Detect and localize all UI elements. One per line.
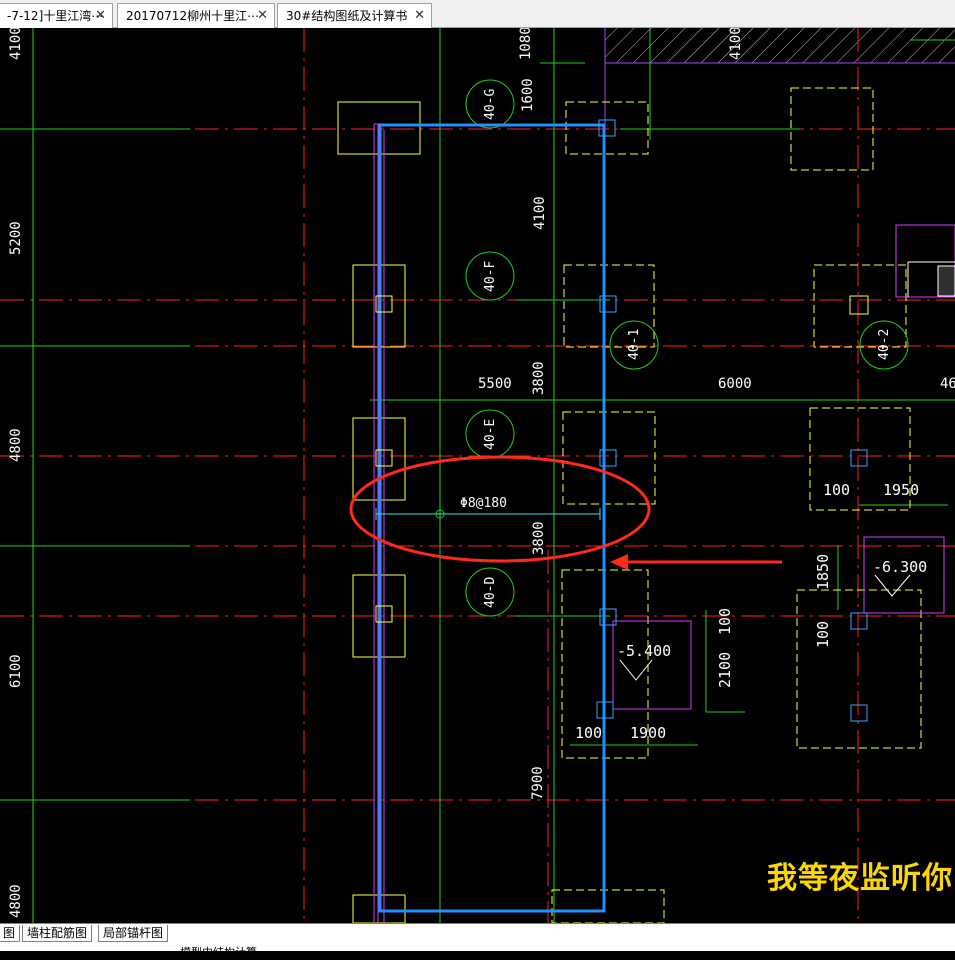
close-icon[interactable]: ✕ bbox=[257, 4, 268, 28]
dim-text: 4100 bbox=[728, 28, 744, 60]
span-dim: 5500 bbox=[478, 376, 512, 392]
dim-text: 4100 bbox=[8, 28, 24, 60]
status-text: 模型中结构计算... bbox=[180, 946, 268, 959]
dimension-lines bbox=[0, 28, 955, 923]
stair-icon bbox=[937, 265, 955, 297]
close-icon[interactable]: ✕ bbox=[414, 4, 425, 28]
tab-document-1[interactable]: -7-12]十里江湾⋯ ✕ bbox=[0, 3, 113, 28]
wall-outline bbox=[373, 123, 955, 923]
column-label: 40-G bbox=[483, 89, 498, 120]
watermark-text: 我等夜监听你 bbox=[767, 861, 953, 896]
column-label: 40-1 bbox=[627, 329, 642, 360]
dim-text: 6100 bbox=[8, 654, 24, 688]
dim-text: 4800 bbox=[8, 884, 24, 918]
column-label: 40-D bbox=[483, 577, 498, 608]
pit-elevation: -5.400 bbox=[617, 642, 671, 660]
dim-text: 1900 bbox=[630, 724, 666, 742]
hatch-area bbox=[605, 28, 955, 63]
cad-drawing: 4100 5200 4800 6100 4800 10800 1600 4100… bbox=[0, 18, 955, 924]
selected-slab-outline[interactable] bbox=[378, 123, 606, 913]
dim-text: 1850 bbox=[814, 554, 832, 590]
close-icon[interactable]: ✕ bbox=[95, 4, 106, 28]
dim-text: 100 bbox=[814, 621, 832, 648]
layout-tab[interactable]: 墙柱配筋图 bbox=[22, 925, 93, 942]
dim-text: 100 bbox=[823, 481, 850, 499]
dim-text: 2100 bbox=[716, 652, 734, 688]
tab-label: -7-12]十里江湾⋯ bbox=[7, 9, 104, 23]
dim-text: 100 bbox=[575, 724, 602, 742]
tab-label: 20170712柳州十里江⋯ bbox=[126, 9, 260, 23]
tab-label: 30#结构图纸及计算书 bbox=[286, 9, 408, 23]
dim-text: 4800 bbox=[8, 428, 24, 462]
column-label: 40-2 bbox=[877, 329, 892, 360]
column-label: 40-F bbox=[483, 261, 498, 292]
column-label: 40-E bbox=[483, 419, 498, 450]
dim-text: 3800 bbox=[531, 521, 547, 555]
cad-drawing-canvas[interactable]: 4100 5200 4800 6100 4800 10800 1600 4100… bbox=[0, 18, 955, 924]
pit-markers bbox=[619, 261, 955, 681]
pit-elevation: -6.300 bbox=[873, 558, 927, 576]
span-dim: 3800 bbox=[531, 361, 547, 395]
rebar-spec-label: Φ8@180 bbox=[460, 496, 507, 511]
span-dim: 46 bbox=[940, 376, 955, 392]
dim-text: 10800 bbox=[518, 28, 534, 60]
dim-text: 5200 bbox=[8, 221, 24, 255]
layout-tab-bar: 图 墙柱配筋图 局部锚杆图 模型中结构计算... bbox=[0, 923, 955, 959]
dim-text: 1600 bbox=[520, 78, 536, 112]
dim-text: 7900 bbox=[530, 766, 546, 800]
layout-tab[interactable]: 局部锚杆图 bbox=[98, 925, 169, 942]
grid-axis-horizontal bbox=[0, 128, 955, 801]
dim-text: 4100 bbox=[532, 196, 548, 230]
tab-document-2[interactable]: 20170712柳州十里江⋯ ✕ bbox=[117, 3, 275, 28]
document-tab-bar: -7-12]十里江湾⋯ ✕ 20170712柳州十里江⋯ ✕ 30#结构图纸及计… bbox=[0, 0, 955, 28]
annotation-arrowhead bbox=[610, 554, 628, 570]
span-dim: 6000 bbox=[718, 376, 752, 392]
dim-text: 1950 bbox=[883, 481, 919, 499]
tab-document-3[interactable]: 30#结构图纸及计算书 ✕ bbox=[277, 3, 432, 28]
dim-text: 100 bbox=[716, 608, 734, 635]
layout-tab[interactable]: 图 bbox=[0, 925, 21, 942]
